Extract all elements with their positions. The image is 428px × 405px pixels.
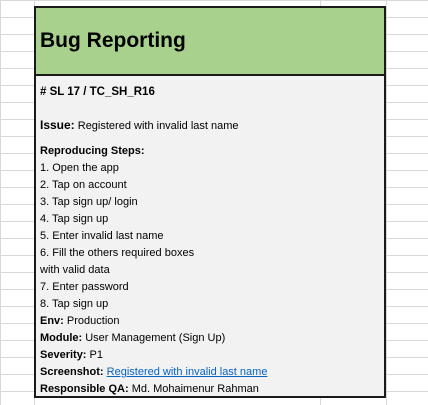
module-value: User Management (Sign Up): [85, 332, 226, 344]
step-item: with valid data: [40, 264, 110, 276]
qa-value: Md. Mohaimenur Rahman: [131, 383, 259, 395]
column-divider: [386, 0, 387, 405]
step-item: 2. Tap on account: [40, 179, 127, 191]
qa-label: Responsible QA:: [40, 383, 129, 395]
card-header: Bug Reporting: [36, 8, 384, 76]
module-row: Module: User Management (Sign Up): [40, 330, 380, 347]
env-label: Env:: [40, 315, 64, 327]
qa-row: Responsible QA: Md. Mohaimenur Rahman: [40, 381, 380, 396]
screenshot-row: Screenshot: Registered with invalid last…: [40, 364, 380, 381]
step-item: 6. Fill the others required boxes: [40, 247, 195, 259]
issue-label: Issue:: [40, 118, 75, 132]
steps-label: Reproducing Steps:: [40, 145, 145, 157]
step-item: 4. Tap sign up: [40, 213, 109, 225]
screenshot-link[interactable]: Registered with invalid last name: [107, 366, 268, 378]
step-item: 1. Open the app: [40, 162, 119, 174]
bug-id: # SL 17 / TC_SH_R16: [40, 86, 155, 98]
spreadsheet-grid[interactable]: Bug Reporting # SL 17 / TC_SH_R16 Issue:…: [0, 0, 428, 405]
module-label: Module:: [40, 332, 83, 344]
step-item: 3. Tap sign up/ login: [40, 196, 138, 208]
env-row: Env: Production: [40, 313, 380, 330]
severity-label: Severity:: [40, 349, 87, 361]
severity-value: P1: [89, 349, 104, 361]
page-title: Bug Reporting: [40, 29, 186, 52]
severity-row: Severity: P1: [40, 347, 380, 364]
issue-value: Registered with invalid last name: [77, 120, 239, 132]
step-item: 7. Enter password: [40, 281, 129, 293]
bug-report-card: Bug Reporting # SL 17 / TC_SH_R16 Issue:…: [34, 6, 386, 398]
step-item: 5. Enter invalid last name: [40, 230, 164, 242]
step-item: 8. Tap sign up: [40, 298, 109, 310]
screenshot-label: Screenshot:: [40, 366, 104, 378]
issue-row: Issue: Registered with invalid last name: [40, 117, 380, 134]
card-body: # SL 17 / TC_SH_R16 Issue: Registered wi…: [36, 76, 384, 396]
env-value: Production: [66, 315, 120, 327]
